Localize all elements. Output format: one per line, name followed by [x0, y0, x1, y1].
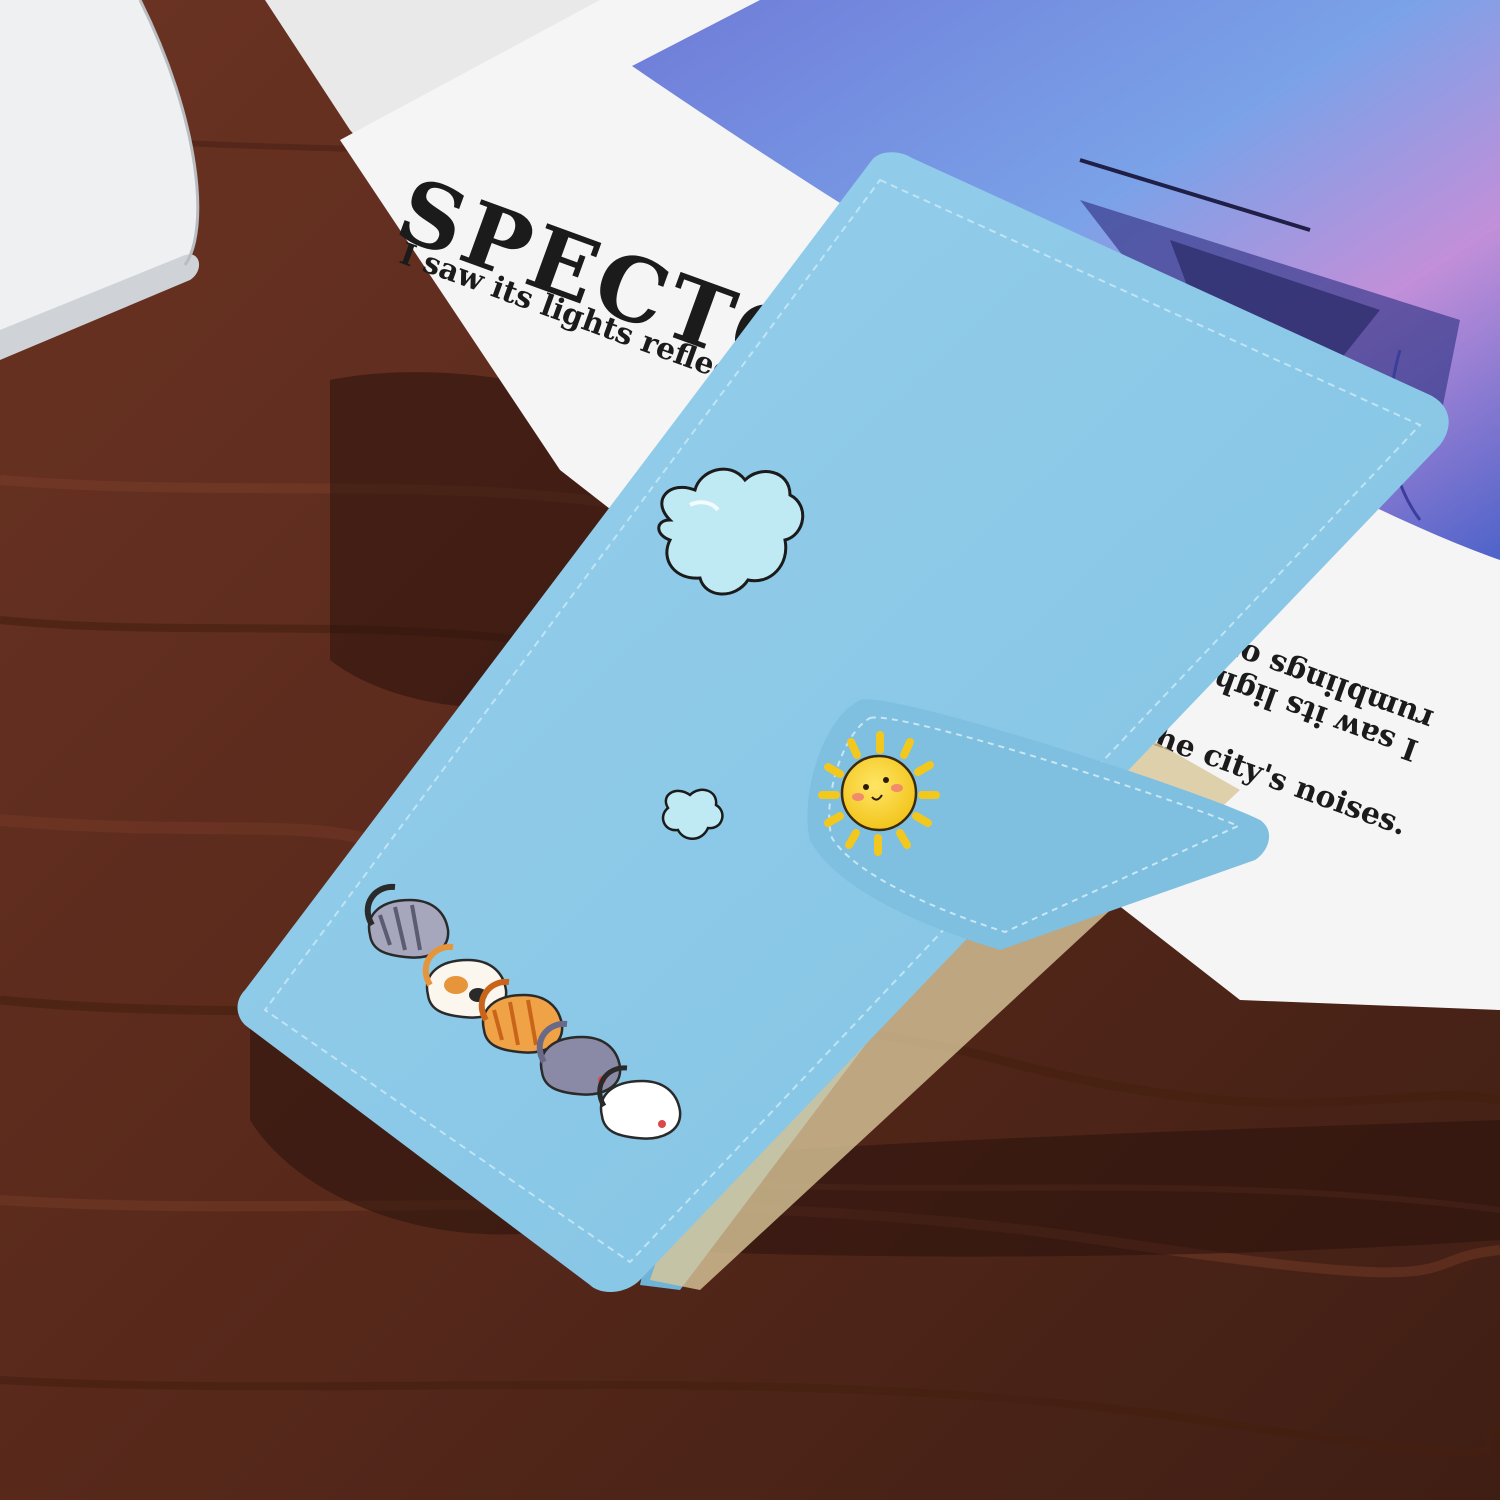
product-photo: SPECTOR I saw its lights reflected i I s… — [0, 0, 1500, 1500]
